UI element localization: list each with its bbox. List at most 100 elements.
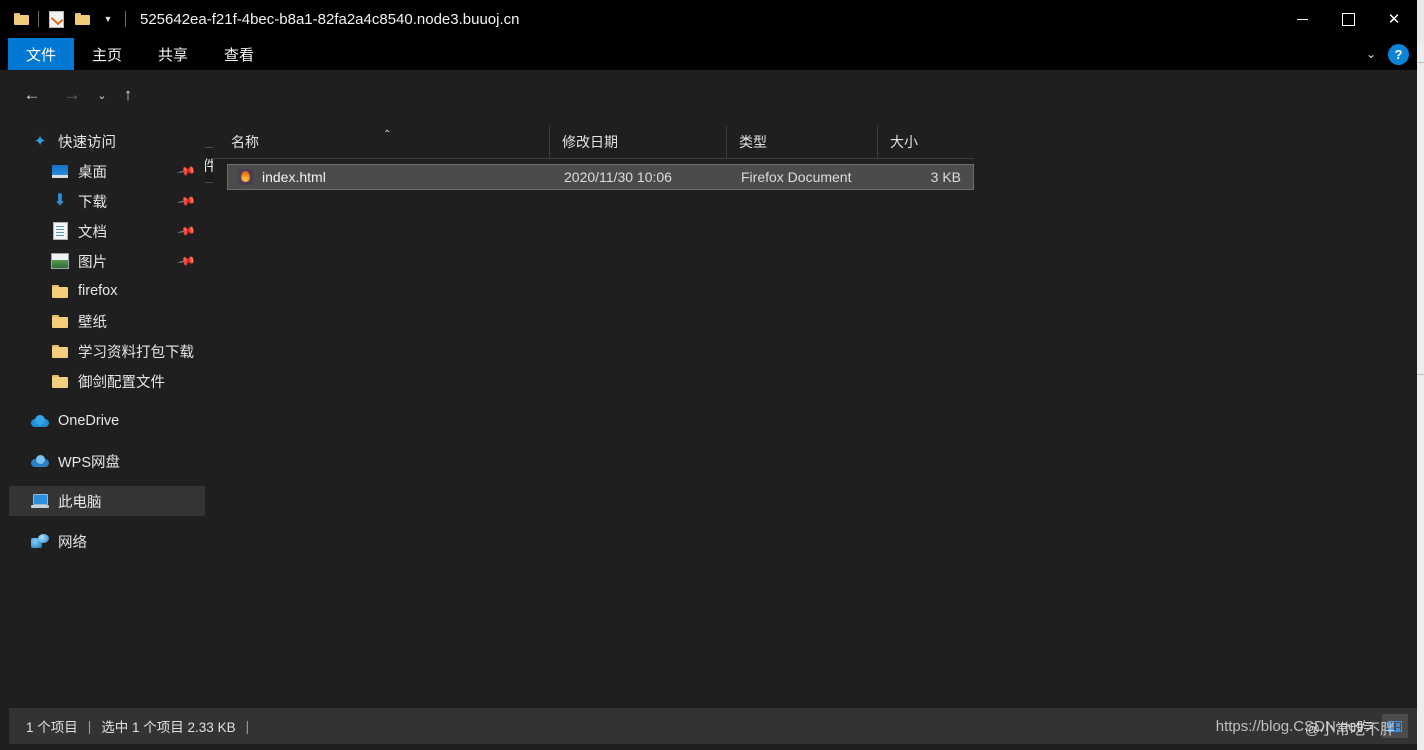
properties-icon xyxy=(48,10,64,28)
folder-icon xyxy=(51,372,69,390)
status-separator-2: | xyxy=(245,718,250,734)
column-header-label: 类型 xyxy=(739,134,767,150)
column-header-label: 大小 xyxy=(890,134,918,150)
folder-icon xyxy=(51,282,69,300)
qat-customize-button[interactable]: ▼ xyxy=(95,4,121,34)
column-header-label: 修改日期 xyxy=(562,134,618,150)
folder-icon xyxy=(13,13,29,25)
pin-icon[interactable]: 📌 xyxy=(176,251,196,271)
this-pc-icon xyxy=(31,492,49,510)
sidebar-item-label: WPS网盘 xyxy=(58,454,121,471)
column-header-label: 名称 xyxy=(231,134,259,150)
network-icon xyxy=(31,532,49,550)
selection-info-label: 选中 1 个项目 2.33 KB xyxy=(101,720,236,735)
pin-icon[interactable]: 📌 xyxy=(176,161,196,181)
status-bar: 1 个项目 | 选中 1 个项目 2.33 KB | xyxy=(9,708,1417,744)
sidebar-item-label: 桌面 xyxy=(78,164,107,181)
sidebar-item-network[interactable]: 网络 xyxy=(9,526,205,556)
star-icon: ✦ xyxy=(33,133,47,150)
sidebar-item-label: 学习资料打包下载 xyxy=(78,344,194,361)
up-button[interactable]: ↑ xyxy=(114,80,142,110)
window-title: 525642ea-f21f-4bec-b8a1-82fa2a4c8540.nod… xyxy=(140,10,520,28)
sidebar-group-label: 快速访问 xyxy=(58,134,116,151)
close-icon: ✕ xyxy=(1387,10,1401,28)
close-button[interactable]: ✕ xyxy=(1371,0,1417,38)
recent-locations-button[interactable]: ⌄ xyxy=(88,80,116,110)
onedrive-cloud-icon xyxy=(31,412,49,430)
maximize-button[interactable] xyxy=(1325,0,1371,38)
tab-share[interactable]: 共享 xyxy=(140,38,206,70)
navigation-bar: ← → ⌄ ↑ « 软件工具 › GitHack-master › 525642… xyxy=(0,70,1417,183)
folder-icon xyxy=(51,342,69,360)
file-type-cell: Firefox Document xyxy=(741,169,852,185)
sidebar-item-label: 御剑配置文件 xyxy=(78,374,165,391)
wps-cloud-icon xyxy=(31,452,49,470)
column-header-date-modified[interactable]: 修改日期 xyxy=(549,126,726,158)
navigation-pane[interactable]: ✦ 快速访问 桌面 📌 ⬇ 下载 📌 文档 📌 图片 📌 firefox 壁纸 … xyxy=(9,126,205,694)
firefox-document-icon xyxy=(238,169,253,185)
sidebar-item-label: firefox xyxy=(78,283,118,299)
sidebar-item-onedrive[interactable]: OneDrive xyxy=(9,406,205,436)
quick-access-toolbar: ▼ xyxy=(8,0,130,38)
minimize-icon xyxy=(1296,18,1308,20)
sidebar-item-pictures[interactable]: 图片 📌 xyxy=(9,246,205,276)
sidebar-item-wallpaper[interactable]: 壁纸 xyxy=(9,306,205,336)
column-header-row: 名称 ⌃ 修改日期 类型 大小 xyxy=(213,126,974,159)
folder-icon xyxy=(51,312,69,330)
window-controls: ✕ xyxy=(1279,0,1417,38)
tab-home[interactable]: 主页 xyxy=(74,38,140,70)
sidebar-item-label: 文档 xyxy=(78,224,107,241)
sidebar-item-downloads[interactable]: ⬇ 下载 📌 xyxy=(9,186,205,216)
sidebar-item-label: 壁纸 xyxy=(78,314,107,331)
sidebar-group-quick-access[interactable]: ✦ 快速访问 xyxy=(9,126,205,156)
desktop-icon xyxy=(51,162,69,180)
pictures-icon xyxy=(51,252,69,270)
sidebar-item-yujian-config[interactable]: 御剑配置文件 xyxy=(9,366,205,396)
sidebar-item-this-pc[interactable]: 此电脑 xyxy=(9,486,205,516)
forward-button[interactable]: → xyxy=(58,80,86,110)
sidebar-item-wps-cloud[interactable]: WPS网盘 xyxy=(9,446,205,476)
column-header-name[interactable]: 名称 xyxy=(213,126,549,158)
sidebar-item-study-materials[interactable]: 学习资料打包下载 xyxy=(9,336,205,366)
watermark-author: @小常吃不胖 xyxy=(1304,721,1395,738)
column-header-type[interactable]: 类型 xyxy=(726,126,877,158)
chevron-down-icon: ▼ xyxy=(103,13,113,24)
expand-ribbon-icon[interactable]: ⌄ xyxy=(1366,47,1376,61)
column-header-size[interactable]: 大小 xyxy=(877,126,974,158)
help-icon[interactable]: ? xyxy=(1388,43,1409,65)
file-size-cell: 3 KB xyxy=(930,169,961,185)
pin-icon[interactable]: 📌 xyxy=(176,191,196,211)
status-bar-left: 1 个项目 | 选中 1 个项目 2.33 KB | xyxy=(26,716,259,736)
sidebar-item-label: 网络 xyxy=(58,534,87,551)
sidebar-item-label: OneDrive xyxy=(58,413,120,429)
sidebar-item-documents[interactable]: 文档 📌 xyxy=(9,216,205,246)
maximize-icon xyxy=(1341,12,1355,26)
sidebar-item-desktop[interactable]: 桌面 📌 xyxy=(9,156,205,186)
ribbon-tab-bar: 文件 主页 共享 查看 ⌄ ? xyxy=(0,38,1417,70)
sidebar-item-firefox[interactable]: firefox xyxy=(9,276,205,306)
ribbon-right-controls: ⌄ ? xyxy=(1366,38,1409,70)
pin-icon[interactable]: 📌 xyxy=(176,221,196,241)
sidebar-item-label: 图片 xyxy=(78,254,107,271)
sort-ascending-icon: ⌃ xyxy=(383,129,392,140)
qat-properties-button[interactable] xyxy=(43,4,69,34)
sidebar-item-label: 此电脑 xyxy=(58,494,102,511)
qat-folder-button[interactable] xyxy=(8,4,34,34)
title-bar: ▼ 525642ea-f21f-4bec-b8a1-82fa2a4c8540.n… xyxy=(0,0,1417,38)
item-count-label: 1 个项目 xyxy=(26,720,78,735)
back-button[interactable]: ← xyxy=(18,80,46,110)
table-row[interactable]: index.html 2020/11/30 10:06 Firefox Docu… xyxy=(227,164,974,190)
minimize-button[interactable] xyxy=(1279,0,1325,38)
tab-file[interactable]: 文件 xyxy=(8,38,75,70)
file-date-cell: 2020/11/30 10:06 xyxy=(564,169,672,185)
file-list-pane[interactable]: 名称 ⌃ 修改日期 类型 大小 index.html 2020/11/30 10… xyxy=(213,126,1410,694)
qat-new-folder-button[interactable] xyxy=(69,4,95,34)
status-separator-1: | xyxy=(87,718,92,734)
new-folder-icon xyxy=(74,13,90,25)
file-name-cell: index.html xyxy=(262,169,326,185)
tab-view[interactable]: 查看 xyxy=(206,38,272,70)
